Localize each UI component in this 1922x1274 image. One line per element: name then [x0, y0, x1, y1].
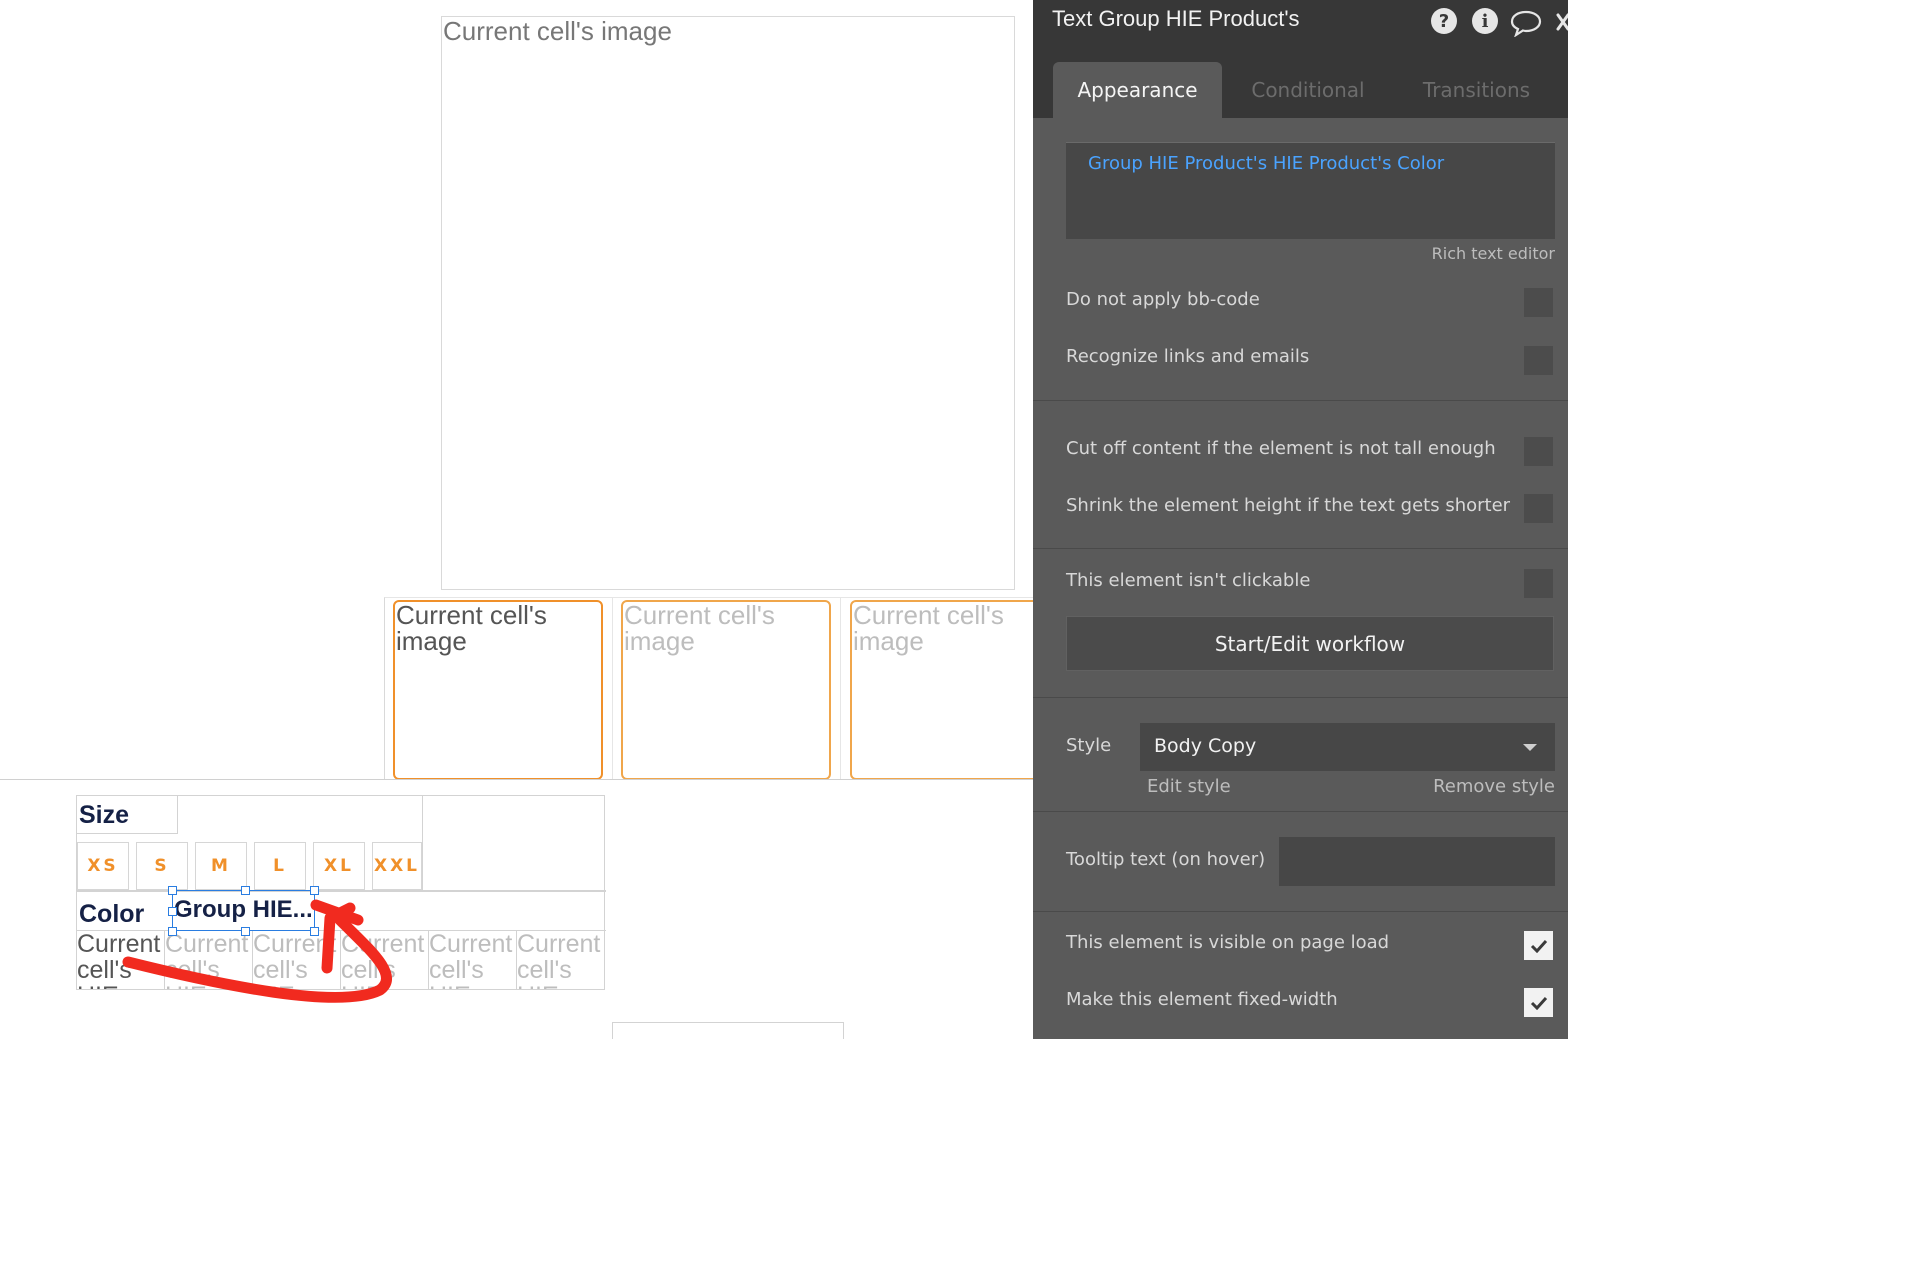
main-product-image[interactable]: Current cell's image: [441, 16, 1015, 590]
thumbnail-placeholder: Current cell's image: [396, 600, 547, 656]
rich-text-editor-link[interactable]: Rich text editor: [1432, 244, 1555, 263]
fixed-width-checkbox[interactable]: [1524, 988, 1553, 1017]
color-cell[interactable]: Current cell's HIE: [429, 931, 517, 989]
thumbnail-image[interactable]: Current cell's image: [850, 600, 1033, 780]
size-label: Size: [77, 796, 178, 834]
comment-icon[interactable]: [1510, 9, 1542, 37]
style-value: Body Copy: [1154, 735, 1257, 757]
panel-title: Text Group HIE Product's: [1052, 6, 1300, 31]
not-clickable-checkbox[interactable]: [1524, 569, 1553, 598]
color-cell[interactable]: Current cell's HIE: [77, 931, 165, 989]
bb-code-label: Do not apply bb-code: [1066, 289, 1260, 310]
thumbnail-image[interactable]: Current cell's image: [393, 600, 603, 780]
fixed-width-label: Make this element fixed-width: [1066, 989, 1338, 1010]
chevron-down-icon: [1523, 744, 1537, 751]
tab-transitions[interactable]: Transitions: [1403, 62, 1550, 118]
size-group-border: [422, 796, 423, 890]
resize-handle[interactable]: [241, 886, 250, 895]
thumbnail-image[interactable]: Current cell's image: [621, 600, 831, 780]
links-checkbox[interactable]: [1524, 346, 1553, 375]
checkmark-icon: [1530, 939, 1547, 953]
section-divider: [1033, 811, 1568, 812]
thumbnail-repeating-group[interactable]: Current cell's image Current cell's imag…: [384, 597, 1033, 780]
checkmark-icon: [1530, 996, 1547, 1010]
links-label: Recognize links and emails: [1066, 346, 1310, 367]
tab-conditional[interactable]: Conditional: [1233, 62, 1383, 118]
selected-text-element[interactable]: Group HIE...: [172, 890, 315, 931]
thumbnail-cell: Current cell's image: [613, 598, 841, 780]
edit-style-link[interactable]: Edit style: [1147, 776, 1231, 797]
resize-handle[interactable]: [168, 927, 177, 936]
not-clickable-label: This element isn't clickable: [1066, 570, 1311, 591]
property-editor-panel: Text Group HIE Product's ? i Appearance …: [1033, 0, 1568, 1039]
dynamic-expression[interactable]: Group HIE Product's HIE Product's Color: [1088, 153, 1444, 174]
info-icon[interactable]: i: [1472, 8, 1498, 34]
section-divider: [1033, 697, 1568, 698]
shrink-label: Shrink the element height if the text ge…: [1066, 495, 1511, 516]
remove-style-link[interactable]: Remove style: [1433, 776, 1555, 797]
variant-group[interactable]: Size XS S M L XL XXL Color Current cell'…: [76, 795, 606, 990]
color-cell[interactable]: Current cell's HIE: [517, 931, 605, 989]
visible-label: This element is visible on page load: [1066, 932, 1390, 953]
help-icon[interactable]: ?: [1431, 8, 1457, 34]
tooltip-input[interactable]: [1279, 837, 1555, 886]
color-cell[interactable]: Current cell's HIE: [253, 931, 341, 989]
resize-handle[interactable]: [310, 886, 319, 895]
size-option-xs[interactable]: XS: [77, 842, 129, 890]
cut-off-label: Cut off content if the element is not ta…: [1066, 438, 1496, 459]
resize-handle[interactable]: [168, 907, 177, 916]
variant-separator: [77, 890, 606, 892]
thumbnail-cell: Current cell's image: [385, 598, 613, 780]
cut-off-checkbox[interactable]: [1524, 437, 1553, 466]
resize-handle[interactable]: [241, 927, 250, 936]
canvas-divider: [0, 779, 1033, 780]
thumbnail-cell: Current cell's image: [842, 598, 1033, 780]
color-cell[interactable]: Current cell's HIE: [165, 931, 253, 989]
tab-appearance[interactable]: Appearance: [1053, 62, 1222, 118]
thumbnail-placeholder: Current cell's image: [853, 600, 1004, 656]
editor-canvas[interactable]: Current cell's image Current cell's imag…: [0, 0, 1033, 1039]
color-cell[interactable]: Current cell's HIE: [341, 931, 429, 989]
start-edit-workflow-button[interactable]: Start/Edit workflow: [1066, 616, 1554, 671]
thumbnail-placeholder: Current cell's image: [624, 600, 775, 656]
element-outline: [612, 1022, 844, 1039]
main-image-placeholder: Current cell's image: [443, 16, 672, 46]
size-option-xl[interactable]: XL: [313, 842, 365, 890]
section-divider: [1033, 911, 1568, 912]
section-divider: [1033, 400, 1568, 401]
close-icon[interactable]: [1556, 12, 1568, 32]
visible-checkbox[interactable]: [1524, 931, 1553, 960]
size-option-l[interactable]: L: [254, 842, 306, 890]
resize-handle[interactable]: [310, 927, 319, 936]
shrink-checkbox[interactable]: [1524, 494, 1553, 523]
resize-handle[interactable]: [168, 886, 177, 895]
text-content-editor[interactable]: Group HIE Product's HIE Product's Color: [1066, 142, 1555, 239]
tooltip-label: Tooltip text (on hover): [1066, 849, 1266, 870]
color-label: Color: [79, 900, 145, 928]
bb-code-checkbox[interactable]: [1524, 288, 1553, 317]
size-option-xxl[interactable]: XXL: [372, 842, 422, 890]
panel-header: Text Group HIE Product's ? i Appearance …: [1033, 0, 1568, 118]
size-option-s[interactable]: S: [136, 842, 188, 890]
style-label: Style: [1066, 735, 1112, 756]
section-divider: [1033, 548, 1568, 549]
size-option-m[interactable]: M: [195, 842, 247, 890]
style-dropdown[interactable]: Body Copy: [1140, 723, 1555, 771]
